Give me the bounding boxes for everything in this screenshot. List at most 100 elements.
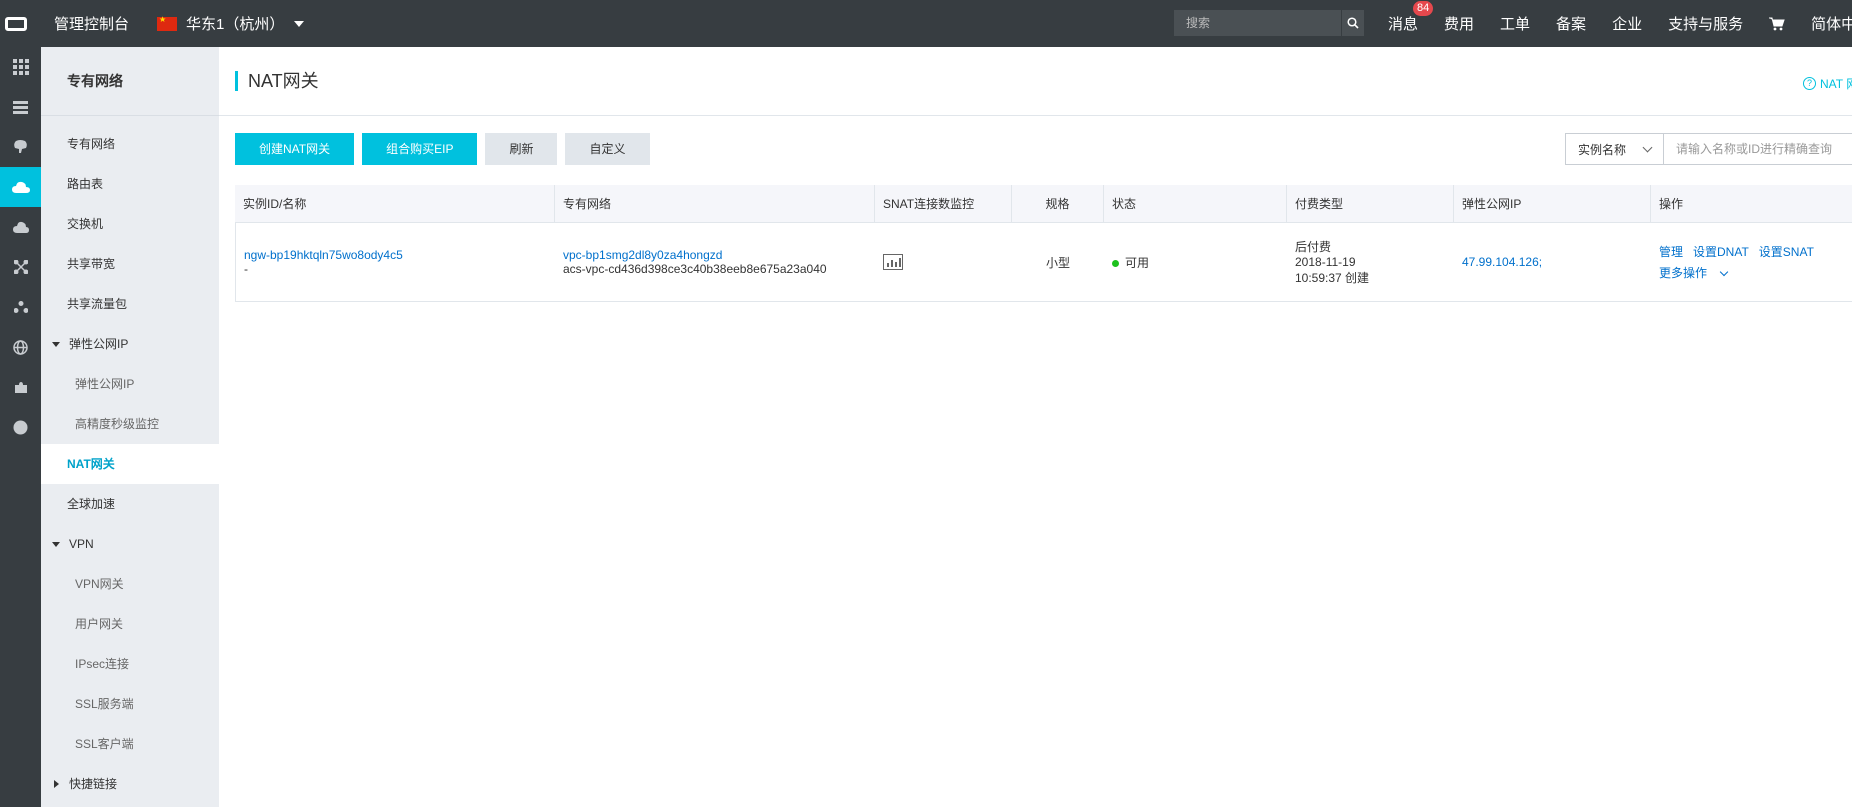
sidebar-item-vswitch[interactable]: 交换机 xyxy=(41,204,219,244)
manage-link[interactable]: 管理 xyxy=(1659,245,1683,259)
cart-icon xyxy=(1769,17,1785,30)
column-header-snat: SNAT连接数监控 xyxy=(875,185,1012,223)
help-icon: ? xyxy=(1803,77,1816,90)
sidebar-item-vpn-gateway[interactable]: VPN网关 xyxy=(41,564,219,604)
vpc-id-link[interactable]: vpc-bp1smg2dl8y0za4hongzd xyxy=(563,248,875,262)
globe-icon xyxy=(13,339,28,355)
rail-upload[interactable] xyxy=(0,207,41,247)
sidebar-item-ipsec[interactable]: IPsec连接 xyxy=(41,644,219,684)
rail-products[interactable] xyxy=(0,47,41,87)
sidebar-item-route-table[interactable]: 路由表 xyxy=(41,164,219,204)
rail-puzzle[interactable] xyxy=(0,367,41,407)
ops-actions: 管理 设置DNAT 设置SNAT xyxy=(1659,243,1852,260)
product-icon-rail xyxy=(0,47,41,807)
support-link[interactable]: 支持与服务 xyxy=(1668,13,1743,34)
console-title[interactable]: 管理控制台 xyxy=(54,13,129,34)
messages-label: 消息 xyxy=(1388,16,1419,33)
billing-time: 10:59:37 创建 xyxy=(1295,271,1370,285)
cell-billing: 后付费 2018-11-19 10:59:37 创建 xyxy=(1287,223,1454,301)
filter-bar: 实例名称 xyxy=(1565,133,1852,165)
refresh-button[interactable]: 刷新 xyxy=(485,133,558,165)
cart-button[interactable] xyxy=(1769,17,1785,31)
eip-link[interactable]: 47.99.104.126; xyxy=(1462,255,1651,269)
brain-icon xyxy=(14,140,27,153)
enterprise-link[interactable]: 企业 xyxy=(1612,13,1642,34)
sidebar-item-shared-bandwidth[interactable]: 共享带宽 xyxy=(41,244,219,284)
buy-eip-button[interactable]: 组合购买EIP xyxy=(362,133,478,165)
column-header-eip: 弹性公网IP xyxy=(1454,185,1651,223)
toolbar: 创建NAT网关 组合购买EIP 刷新 自定义 xyxy=(235,133,658,165)
filter-field-label: 实例名称 xyxy=(1578,142,1627,157)
tickets-link[interactable]: 工单 xyxy=(1500,13,1530,34)
sidebar-item-nat[interactable]: NAT网关 xyxy=(41,444,219,484)
rail-cloud[interactable] xyxy=(0,167,41,207)
help-link[interactable]: ? NAT 网 xyxy=(1803,75,1852,92)
set-dnat-link[interactable]: 设置DNAT xyxy=(1693,245,1749,259)
sidebar-item-hp-monitor[interactable]: 高精度秒级监控 xyxy=(41,404,219,444)
cloud-icon xyxy=(11,181,30,193)
caret-down-icon xyxy=(294,20,305,27)
rail-hierarchy[interactable] xyxy=(0,287,41,327)
status-badge: 可用 xyxy=(1112,254,1287,271)
sidebar-group-eip[interactable]: 弹性公网IP xyxy=(41,324,219,364)
sidebar-item-ssl-client[interactable]: SSL客户端 xyxy=(41,724,219,764)
sidebar-group-shortcuts-label: 快捷链接 xyxy=(69,777,118,791)
filter-search-input[interactable] xyxy=(1664,133,1852,165)
circle-icon xyxy=(13,420,28,434)
column-header-ops: 操作 xyxy=(1659,197,1684,211)
search-icon xyxy=(1347,17,1359,29)
region-selector[interactable]: 华东1（杭州） xyxy=(157,13,305,34)
rail-server[interactable] xyxy=(0,87,41,127)
search-button[interactable] xyxy=(1341,10,1364,36)
language-link[interactable]: 简体中文 xyxy=(1811,13,1852,34)
rail-circle[interactable] xyxy=(0,407,41,447)
sidebar: 专有网络 专有网络 路由表 交换机 共享带宽 共享流量包 弹性公网IP 弹性公网… xyxy=(41,47,219,807)
sidebar-item-ssl-server[interactable]: SSL服务端 xyxy=(41,684,219,724)
messages-link[interactable]: 消息 84 xyxy=(1388,1,1434,34)
hierarchy-icon xyxy=(13,301,28,313)
column-header-status: 状态 xyxy=(1104,185,1287,223)
create-nat-button[interactable]: 创建NAT网关 xyxy=(235,133,355,165)
more-actions[interactable]: 更多操作 xyxy=(1659,264,1852,281)
sidebar-item-customer-gateway[interactable]: 用户网关 xyxy=(41,604,219,644)
sidebar-group-vpn[interactable]: VPN xyxy=(41,524,219,564)
cell-status: 可用 xyxy=(1104,223,1287,301)
instance-id-link[interactable]: ngw-bp19hktqln75wo8ody4c5 xyxy=(244,248,555,262)
chevron-down-icon xyxy=(1642,142,1653,153)
page-title: NAT网关 xyxy=(235,71,319,91)
column-header-billing: 付费类型 xyxy=(1287,185,1454,223)
customize-button[interactable]: 自定义 xyxy=(565,133,650,165)
sidebar-title: 专有网络 xyxy=(41,47,219,116)
sidebar-group-shortcuts[interactable]: 快捷链接 xyxy=(41,764,219,804)
search-input[interactable] xyxy=(1174,10,1341,36)
rail-network[interactable] xyxy=(0,247,41,287)
sidebar-group-vpn-label: VPN xyxy=(69,537,94,551)
sidebar-item-vpc[interactable]: 专有网络 xyxy=(41,124,219,164)
sidebar-item-eip[interactable]: 弹性公网IP xyxy=(41,364,219,404)
search-box xyxy=(1174,10,1364,36)
monitor-chart-icon[interactable] xyxy=(883,254,903,270)
sidebar-item-global-accel[interactable]: 全球加速 xyxy=(41,484,219,524)
china-flag-icon xyxy=(157,15,178,31)
set-snat-link[interactable]: 设置SNAT xyxy=(1759,245,1814,259)
table-row: ngw-bp19hktqln75wo8ody4c5 - vpc-bp1smg2d… xyxy=(235,223,1852,302)
cell-vpc: vpc-bp1smg2dl8y0za4hongzd acs-vpc-cd436d… xyxy=(555,223,875,301)
expand-down-icon xyxy=(52,342,60,347)
icp-link[interactable]: 备案 xyxy=(1556,13,1586,34)
vpc-name: acs-vpc-cd436d398ce3c40b38eeb8e675a23a04… xyxy=(563,262,827,276)
billing-link[interactable]: 费用 xyxy=(1444,13,1474,34)
rail-globe[interactable] xyxy=(0,327,41,367)
rail-brain[interactable] xyxy=(0,127,41,167)
cell-id: ngw-bp19hktqln75wo8ody4c5 - xyxy=(236,223,555,301)
billing-date: 2018-11-19 xyxy=(1295,255,1356,269)
billing-type: 后付费 xyxy=(1295,240,1332,254)
sidebar-item-shared-traffic[interactable]: 共享流量包 xyxy=(41,284,219,324)
more-actions-label: 更多操作 xyxy=(1659,266,1708,280)
instance-name: - xyxy=(244,262,248,276)
help-link-label: NAT 网 xyxy=(1820,77,1852,91)
filter-field-select[interactable]: 实例名称 xyxy=(1565,133,1664,165)
cell-spec: 小型 xyxy=(1045,255,1070,270)
page-header: NAT网关 ? NAT 网 xyxy=(219,47,1852,116)
server-icon xyxy=(13,100,28,114)
aliyun-logo-icon[interactable] xyxy=(0,0,32,47)
